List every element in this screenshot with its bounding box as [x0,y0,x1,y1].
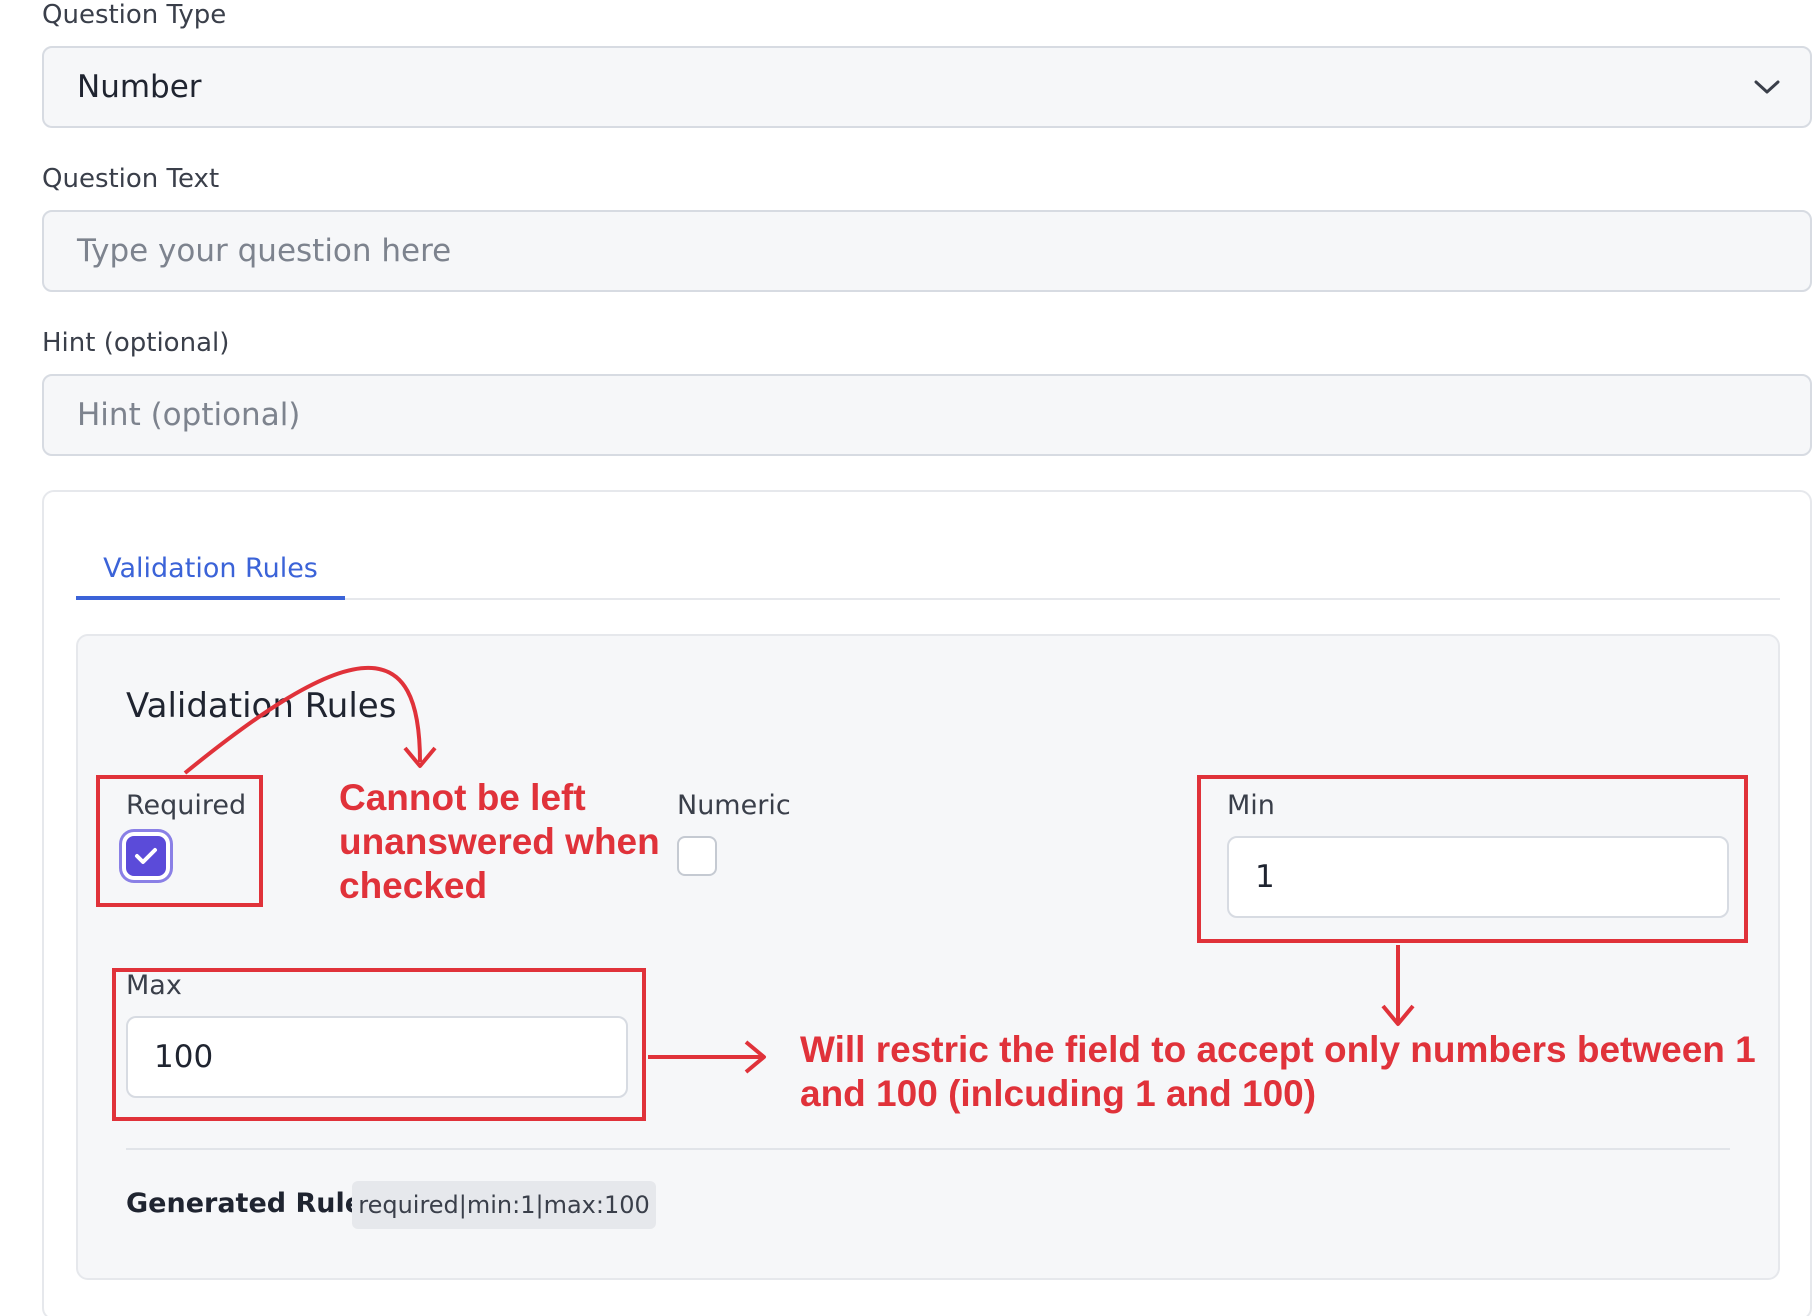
question-editor: Question Type Number Question Text Type … [0,0,1820,1316]
curved-arrow [183,665,422,775]
annotation-arrows [183,665,1415,1074]
